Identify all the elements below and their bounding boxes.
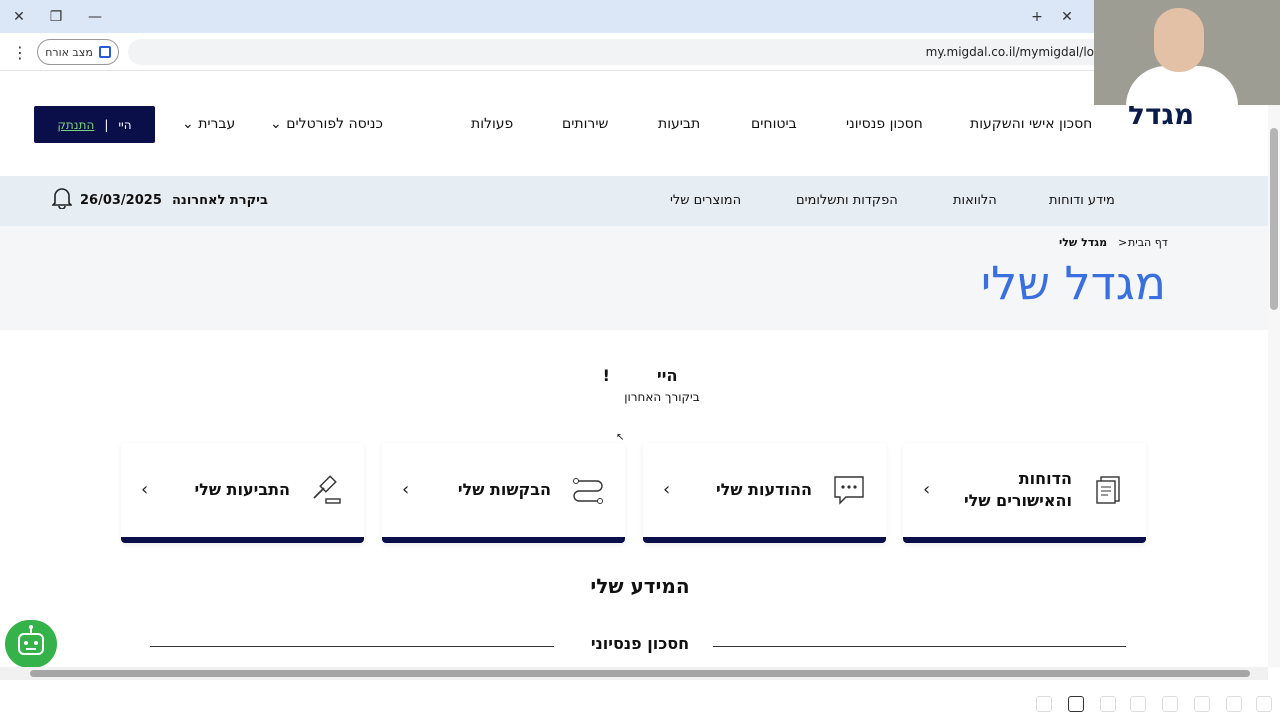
subnav-info-reports[interactable]: מידע ודוחות: [1049, 193, 1115, 208]
horizontal-scroll-thumb[interactable]: [30, 670, 1250, 677]
horizontal-scrollbar[interactable]: [0, 667, 1268, 680]
chevron-left-icon: ‹: [141, 479, 149, 500]
subnav-loans[interactable]: הלוואות: [953, 193, 997, 208]
divider-right: [713, 646, 1126, 647]
last-visit-label: ביקרת לאחרונה: [172, 193, 268, 208]
user-session-button[interactable]: התנתק | היי: [34, 106, 155, 143]
guest-mode-button[interactable]: מצב אורח: [37, 39, 119, 65]
greeting-exclamation: !: [602, 366, 610, 385]
language-label: עברית: [198, 116, 236, 132]
breadcrumb-separator: >: [1118, 236, 1128, 249]
card-claims[interactable]: התביעות שלי ‹: [121, 443, 364, 543]
presenter-head: [1154, 8, 1204, 72]
last-visit: 26/03/2025 ביקרת לאחרונה: [80, 193, 268, 208]
chevron-left-icon: ‹: [923, 479, 931, 500]
user-greeting: היי: [118, 117, 132, 132]
chevron-down-icon: ⌄: [182, 116, 194, 132]
pension-heading: חסכון פנסיוני: [590, 634, 690, 653]
close-tab-icon[interactable]: ✕: [1056, 6, 1078, 28]
nav-actions[interactable]: פעולות: [471, 116, 513, 132]
nav-claims[interactable]: תביעות: [658, 116, 700, 132]
nav-portals-label: כניסה לפורטלים: [286, 116, 383, 132]
language-selector[interactable]: ⌄ עברית: [182, 116, 235, 132]
card-reports-label: הדוחות והאישורים שלי: [963, 469, 1072, 510]
vertical-scroll-thumb[interactable]: [1270, 128, 1278, 310]
toolbar-tool-icon[interactable]: [1100, 696, 1116, 712]
recording-toolbar: [0, 680, 1280, 720]
toolbar-tool-icon[interactable]: [1162, 696, 1178, 712]
page-title: מגדל שלי: [980, 256, 1166, 310]
guest-profile-icon: [98, 46, 111, 58]
greeting-last-visit-label: ביקורך האחרון: [624, 390, 700, 404]
nav-services[interactable]: שירותים: [562, 116, 608, 132]
last-visit-date: 26/03/2025: [80, 193, 162, 208]
robot-icon: [18, 625, 44, 655]
address-bar: ⋮ מצב אורח my.migdal.co.il/mymigdal/lo: [0, 33, 1280, 71]
nav-insurance[interactable]: ביטוחים: [751, 116, 797, 132]
toolbar-tool-icon[interactable]: [1256, 696, 1272, 712]
browser-menu-icon[interactable]: ⋮: [12, 43, 28, 62]
chat-icon: [832, 473, 866, 507]
chevron-left-icon: ‹: [663, 479, 671, 500]
restore-window-icon[interactable]: ❐: [45, 6, 67, 28]
chevron-left-icon: ‹: [402, 479, 410, 500]
gavel-icon: [310, 473, 344, 507]
card-reports[interactable]: הדוחות והאישורים שלי ‹: [903, 443, 1146, 543]
route-icon: [571, 473, 605, 507]
toolbar-tool-icon[interactable]: [1036, 696, 1052, 712]
url-field[interactable]: my.migdal.co.il/mymigdal/lo: [128, 39, 1108, 65]
nav-personal-savings[interactable]: חסכון אישי והשקעות: [970, 116, 1092, 132]
mouse-cursor: ↖: [616, 432, 625, 443]
search-icon[interactable]: [1130, 696, 1146, 712]
vertical-scrollbar[interactable]: [1268, 72, 1280, 667]
new-tab-icon[interactable]: +: [1026, 6, 1048, 28]
pen-icon[interactable]: [1194, 696, 1210, 712]
subnav-my-products[interactable]: המוצרים שלי: [670, 193, 741, 208]
nav-portals[interactable]: ⌄ כניסה לפורטלים: [270, 116, 383, 132]
card-messages-label: ההודעות שלי: [715, 480, 812, 499]
greeting-title: ! היי: [560, 366, 720, 385]
card-requests[interactable]: הבקשות שלי ‹: [382, 443, 625, 543]
card-messages[interactable]: ההודעות שלי ‹: [643, 443, 886, 543]
greeting-hi: היי: [657, 366, 678, 385]
nav-pension[interactable]: חסכון פנסיוני: [846, 116, 923, 132]
breadcrumb-home[interactable]: דף הבית: [1128, 236, 1168, 249]
breadcrumb-current: מגדל שלי: [1059, 236, 1108, 249]
browser-tab-strip: ✕ ❐ — + ✕: [0, 0, 1280, 33]
bell-icon[interactable]: [51, 187, 73, 210]
card-claims-label: התביעות שלי: [194, 480, 290, 499]
minimize-window-icon[interactable]: —: [84, 6, 106, 28]
video-camera-icon[interactable]: [1068, 696, 1084, 712]
card-requests-label: הבקשות שלי: [457, 480, 551, 499]
subnav-deposits[interactable]: הפקדות ותשלומים: [796, 193, 898, 208]
chevron-down-icon: ⌄: [270, 116, 282, 132]
separator: |: [104, 117, 109, 132]
chatbot-button[interactable]: [5, 620, 57, 668]
toolbar-tool-icon[interactable]: [1226, 696, 1242, 712]
logout-link[interactable]: התנתק: [57, 118, 94, 132]
close-window-icon[interactable]: ✕: [8, 6, 30, 28]
greeting-subtitle: ביקורך האחרון: [560, 390, 720, 404]
my-info-heading: המידע שלי: [590, 574, 690, 598]
divider-left: [150, 646, 554, 647]
document-icon: [1092, 473, 1126, 507]
guest-mode-label: מצב אורח: [45, 45, 93, 59]
